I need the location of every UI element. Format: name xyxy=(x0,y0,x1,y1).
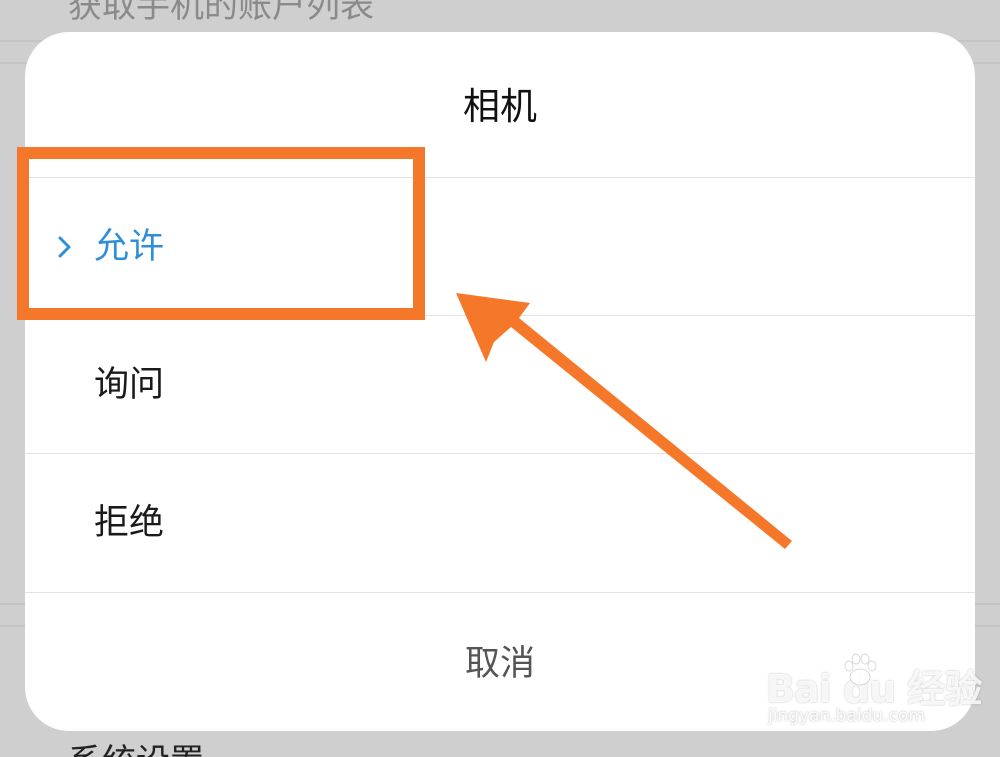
option-label: 拒绝 xyxy=(94,503,165,543)
baidu-jingyan-watermark: Bai du 经验 jingyan.baidu.com xyxy=(766,648,982,738)
option-label: 询问 xyxy=(94,365,165,405)
watermark-url: jingyan.baidu.com xyxy=(768,706,925,726)
permission-dialog: 相机 允许 询问 拒绝 取消 xyxy=(25,32,975,731)
option-ask[interactable]: 询问 xyxy=(25,315,975,453)
background-list-item: 获取手机的账户列表 xyxy=(68,0,374,26)
screen: 获取手机的账户列表 系统设置 相机 允许 询问 拒绝 取消 Bai du 经验 xyxy=(0,0,1000,757)
annotation-highlight-box xyxy=(17,147,425,320)
paw-icon xyxy=(844,653,877,686)
background-section-title: 系统设置 xyxy=(68,734,204,757)
option-deny[interactable]: 拒绝 xyxy=(25,453,975,591)
